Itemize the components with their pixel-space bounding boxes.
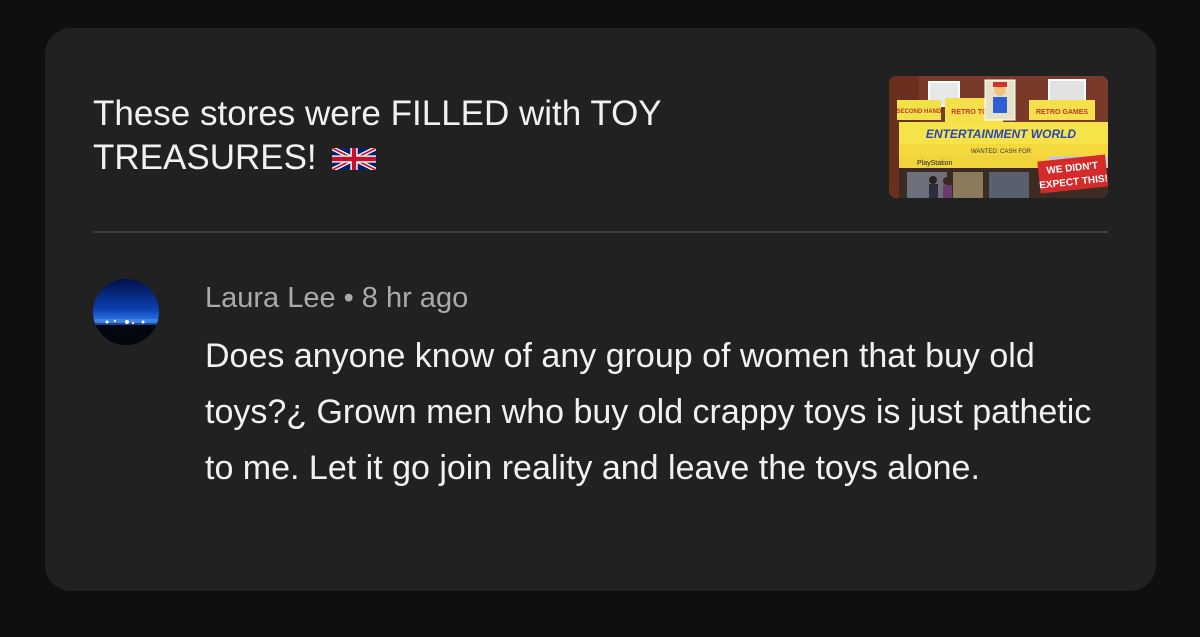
comment-text: Does anyone know of any group of women t…	[205, 337, 1092, 487]
thumb-sign-top-right: RETRO GAMES	[1036, 109, 1088, 116]
comment-meta: Laura Lee • 8 hr ago	[205, 278, 1108, 318]
video-header[interactable]: These stores were FILLED with TOY TREASU…	[93, 76, 1108, 200]
comment-notification-card[interactable]: These stores were FILLED with TOY TREASU…	[45, 28, 1156, 591]
meta-separator: •	[343, 282, 354, 314]
comment-body: Laura Lee • 8 hr ago Does anyone know of a…	[205, 278, 1108, 496]
thumb-sign-sub: WANTED: CASH FOR	[971, 149, 1032, 155]
thumb-sign-main: ENTERTAINMENT WORLD	[926, 127, 1077, 141]
uk-flag-icon	[332, 139, 377, 183]
comment-author[interactable]: Laura Lee	[205, 282, 336, 314]
thumb-sign-top-left: SECOND HAND	[897, 109, 942, 115]
author-avatar[interactable]	[93, 279, 159, 345]
video-thumbnail[interactable]: SECOND HAND RETRO TOYS RETRO GAMES ENTER…	[889, 76, 1108, 198]
thumb-sign-brand: PlayStation	[917, 160, 953, 167]
video-title-text: These stores were FILLED with TOY TREASU…	[93, 94, 662, 177]
video-title[interactable]: These stores were FILLED with TOY TREASU…	[93, 92, 793, 183]
night-cityscape-avatar	[93, 279, 159, 345]
divider	[93, 231, 1108, 233]
comment-time: 8 hr ago	[361, 282, 469, 314]
